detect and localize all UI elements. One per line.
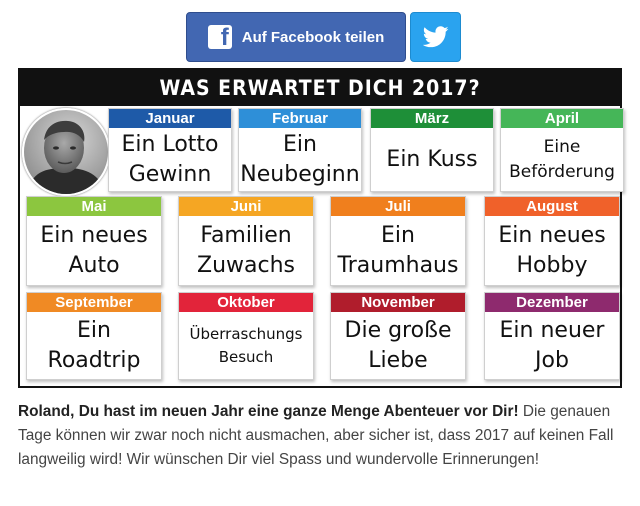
month-wish-line: Hobby: [516, 252, 588, 278]
month-card-12: Dezember Ein neuer Job: [484, 292, 620, 380]
month-name: Februar: [239, 109, 361, 128]
month-card-5: Mai Ein neues Auto: [26, 196, 162, 286]
month-wish-line: Ein Kuss: [386, 146, 478, 172]
month-wish: Ein neues Auto: [27, 216, 161, 285]
month-wish: Ein Traumhaus: [331, 216, 465, 285]
month-name: März: [371, 109, 493, 128]
month-wish-line: Ein: [77, 317, 111, 343]
message-bold: Roland, Du hast im neuen Jahr eine ganze…: [18, 403, 519, 420]
month-name: April: [501, 109, 623, 128]
month-name: Januar: [109, 109, 231, 128]
month-name: September: [27, 293, 161, 312]
month-card-10: Oktober Überraschungs Besuch: [178, 292, 314, 380]
month-wish: Familien Zuwachs: [179, 216, 313, 285]
month-wish-line: Ein Lotto: [121, 131, 219, 157]
month-wish: Ein Neubeginn: [239, 128, 361, 191]
month-card-6: Juni Familien Zuwachs: [178, 196, 314, 286]
month-card-9: September Ein Roadtrip: [26, 292, 162, 380]
twitter-share-button[interactable]: [410, 12, 461, 62]
month-wish-line: Gewinn: [128, 161, 212, 187]
month-wish: Ein Roadtrip: [27, 312, 161, 379]
month-wish-line: Beförderung: [509, 161, 615, 182]
month-name: August: [485, 197, 619, 216]
facebook-share-label: Auf Facebook teilen: [241, 28, 385, 46]
month-wish-line: Auto: [68, 252, 120, 278]
month-wish: Ein neues Hobby: [485, 216, 619, 285]
month-wish-line: Traumhaus: [337, 252, 459, 278]
month-wish: Überraschungs Besuch: [179, 312, 313, 379]
month-card-1: Januar Ein Lotto Gewinn: [108, 108, 232, 192]
facebook-share-button[interactable]: f Auf Facebook teilen: [186, 12, 406, 62]
month-wish: Ein Lotto Gewinn: [109, 128, 231, 191]
month-card-3: März Ein Kuss: [370, 108, 494, 192]
month-name: November: [331, 293, 465, 312]
month-wish-line: Besuch: [218, 347, 274, 366]
month-wish-line: Neubeginn: [240, 161, 360, 187]
month-wish-line: Ein neues: [498, 222, 606, 248]
month-name: Mai: [27, 197, 161, 216]
avatar: [22, 108, 110, 196]
month-card-7: Juli Ein Traumhaus: [330, 196, 466, 286]
calendar-title: WAS ERWARTET DICH 2017?: [20, 70, 620, 106]
month-wish-line: Liebe: [368, 347, 428, 373]
month-wish-line: Ein neuer: [499, 317, 605, 343]
month-wish: Ein Kuss: [371, 128, 493, 191]
month-wish-line: Job: [535, 347, 569, 373]
twitter-icon: [422, 26, 449, 48]
month-wish-line: Eine: [543, 136, 581, 157]
month-name: Dezember: [485, 293, 619, 312]
month-wish-line: Familien: [200, 222, 292, 248]
month-name: Juli: [331, 197, 465, 216]
month-card-8: August Ein neues Hobby: [484, 196, 620, 286]
month-wish-line: Roadtrip: [47, 347, 141, 373]
month-wish: Eine Beförderung: [501, 128, 623, 191]
month-wish-line: Überraschungs: [189, 324, 303, 343]
month-wish-line: Ein: [381, 222, 415, 248]
message-text: Roland, Du hast im neuen Jahr eine ganze…: [18, 400, 624, 472]
month-wish-line: Die große: [344, 317, 452, 343]
month-wish: Ein neuer Job: [485, 312, 619, 379]
month-card-11: November Die große Liebe: [330, 292, 466, 380]
month-name: Oktober: [179, 293, 313, 312]
month-wish-line: Ein neues: [40, 222, 148, 248]
month-card-2: Februar Ein Neubeginn: [238, 108, 362, 192]
month-wish-line: Zuwachs: [197, 252, 295, 278]
share-bar: f Auf Facebook teilen: [186, 12, 461, 62]
facebook-icon: f: [207, 25, 232, 50]
month-name: Juni: [179, 197, 313, 216]
month-wish: Die große Liebe: [331, 312, 465, 379]
month-wish-line: Ein: [283, 131, 317, 157]
month-card-4: April Eine Beförderung: [500, 108, 624, 192]
